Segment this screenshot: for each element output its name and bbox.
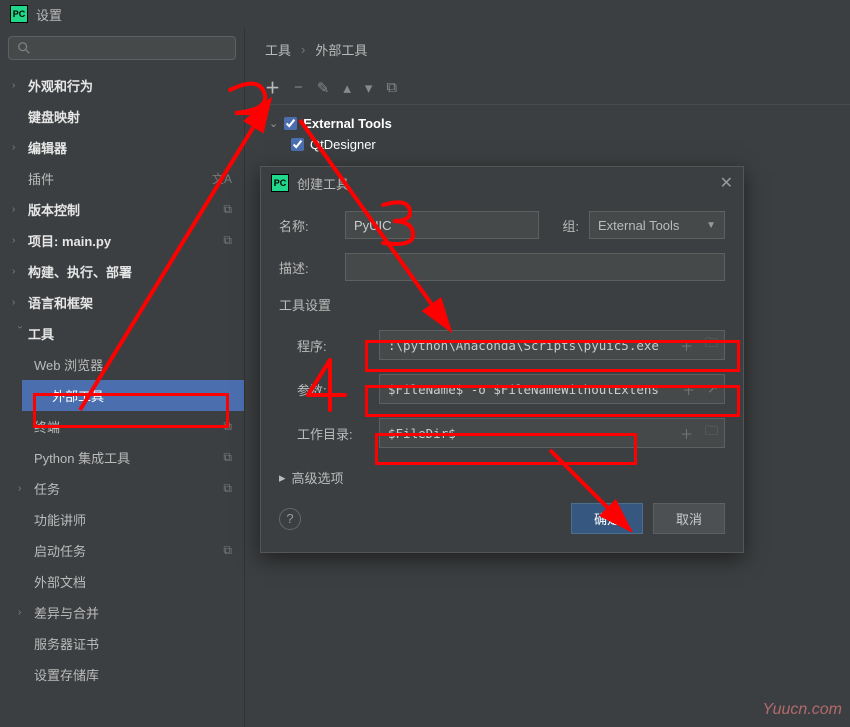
sidebar-item-startup-tasks[interactable]: 启动任务⧉	[30, 535, 236, 566]
expand-button[interactable]: ↗	[701, 381, 724, 397]
advanced-options-toggle[interactable]: ▸ 高级选项	[279, 468, 725, 487]
add-button[interactable]: ＋	[265, 77, 280, 98]
translate-icon: 文A	[212, 170, 232, 187]
settings-sidebar: ›外观和行为 键盘映射 ›编辑器 插件文A ›版本控制⧉ ›项目: main.p…	[0, 28, 245, 727]
up-button[interactable]: ▴	[343, 79, 351, 97]
program-label: 程序:	[297, 336, 369, 355]
copy-icon: ⧉	[223, 450, 232, 465]
sidebar-item-external-docs[interactable]: 外部文档	[30, 566, 236, 597]
insert-macro-button[interactable]: ＋	[676, 380, 701, 399]
pycharm-icon: PC	[271, 174, 289, 192]
sidebar-item-web-browsers[interactable]: Web 浏览器	[30, 349, 236, 380]
tool-group-row[interactable]: ⌄ External Tools	[269, 113, 850, 134]
sidebar-item-settings-repo[interactable]: 设置存储库	[30, 659, 236, 690]
insert-macro-button[interactable]: ＋	[674, 424, 699, 443]
sidebar-item-feature-trainer[interactable]: 功能讲师	[30, 504, 236, 535]
down-button[interactable]: ▾	[365, 79, 373, 97]
titlebar: PC 设置	[0, 0, 850, 28]
copy-icon: ⧉	[223, 481, 232, 496]
cancel-button[interactable]: 取消	[653, 503, 725, 534]
tool-item-row[interactable]: QtDesigner	[269, 134, 850, 155]
copy-icon: ⧉	[223, 202, 232, 217]
remove-button[interactable]: −	[294, 79, 303, 96]
sidebar-item-plugins[interactable]: 插件文A	[8, 163, 236, 194]
chevron-down-icon: ▼	[706, 220, 716, 231]
sidebar-item-build[interactable]: ›构建、执行、部署	[8, 256, 236, 287]
sidebar-item-tasks[interactable]: ›任务⧉	[30, 473, 236, 504]
sidebar-item-project[interactable]: ›项目: main.py⧉	[8, 225, 236, 256]
name-input[interactable]	[345, 211, 539, 239]
watermark: Yuucn.com	[763, 701, 842, 719]
tool-settings-section: 工具设置	[279, 295, 725, 314]
sidebar-item-editor[interactable]: ›编辑器	[8, 132, 236, 163]
group-checkbox[interactable]	[284, 117, 297, 130]
group-dropdown[interactable]: External Tools ▼	[589, 211, 725, 239]
browse-button[interactable]: 🗀	[699, 334, 724, 356]
args-label: 参数:	[297, 380, 369, 399]
sidebar-item-terminal[interactable]: 终端⧉	[30, 411, 236, 442]
dialog-title: 创建工具	[297, 174, 349, 193]
chevron-down-icon: ⌄	[269, 117, 278, 130]
sidebar-item-lang[interactable]: ›语言和框架	[8, 287, 236, 318]
create-tool-dialog: PC 创建工具 ✕ 名称: 组: External Tools ▼ 描述: 工具…	[260, 166, 744, 553]
copy-icon: ⧉	[223, 419, 232, 434]
args-input[interactable]	[380, 375, 676, 403]
desc-label: 描述:	[279, 258, 335, 277]
copy-icon: ⧉	[223, 233, 232, 248]
ok-button[interactable]: 确定	[571, 503, 643, 534]
chevron-right-icon: ›	[301, 42, 305, 57]
breadcrumb-current: 外部工具	[315, 40, 367, 59]
sidebar-item-tools[interactable]: ›工具	[8, 318, 236, 349]
sidebar-item-python-tools[interactable]: Python 集成工具⧉	[30, 442, 236, 473]
sidebar-item-external-tools[interactable]: 外部工具	[22, 380, 244, 411]
search-icon	[17, 41, 31, 55]
workdir-input[interactable]	[380, 419, 674, 447]
breadcrumb: 工具 › 外部工具	[265, 40, 850, 59]
browse-button[interactable]: 🗀	[699, 422, 724, 444]
copy-button[interactable]: ⧉	[386, 79, 397, 96]
sidebar-item-appearance[interactable]: ›外观和行为	[8, 70, 236, 101]
insert-macro-button[interactable]: ＋	[674, 336, 699, 355]
external-tools-toolbar: ＋ − ✎ ▴ ▾ ⧉	[265, 77, 850, 105]
name-label: 名称:	[279, 216, 335, 235]
edit-button[interactable]: ✎	[317, 79, 330, 97]
chevron-right-icon: ▸	[279, 470, 286, 486]
external-tools-tree: ⌄ External Tools QtDesigner	[265, 113, 850, 155]
sidebar-item-keymap[interactable]: 键盘映射	[8, 101, 236, 132]
copy-icon: ⧉	[223, 543, 232, 558]
workdir-label: 工作目录:	[297, 424, 369, 443]
pycharm-icon: PC	[10, 5, 28, 23]
tool-checkbox[interactable]	[291, 138, 304, 151]
sidebar-item-diff-merge[interactable]: ›差异与合并	[30, 597, 236, 628]
desc-input[interactable]	[345, 253, 725, 281]
program-input[interactable]	[380, 331, 674, 359]
help-button[interactable]: ?	[279, 508, 301, 530]
window-title: 设置	[36, 5, 62, 24]
close-button[interactable]: ✕	[720, 173, 733, 193]
group-label: 组:	[549, 216, 579, 235]
sidebar-item-vcs[interactable]: ›版本控制⧉	[8, 194, 236, 225]
sidebar-item-server-certs[interactable]: 服务器证书	[30, 628, 236, 659]
breadcrumb-parent: 工具	[265, 40, 291, 59]
search-input[interactable]	[8, 36, 236, 60]
